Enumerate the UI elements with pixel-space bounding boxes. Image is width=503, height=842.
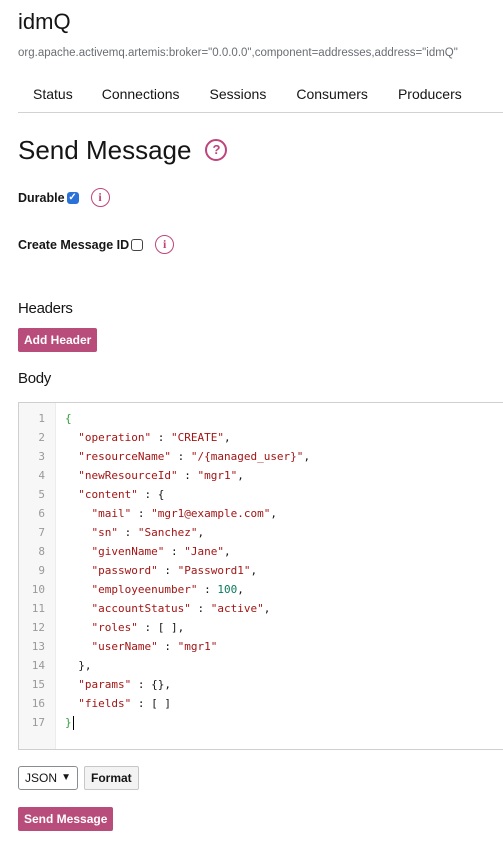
format-button[interactable]: Format [84,766,139,790]
line-code: "operation" : "CREATE", [78,431,231,444]
line-number: 11 [31,602,45,615]
info-circle-icon[interactable]: i [90,188,110,207]
line-code: "content" : { [78,488,165,501]
line-code: "params" : {}, [78,678,171,691]
chevron-down-icon: ▼ [61,772,71,783]
tab-consumers[interactable]: Consumers [296,78,368,112]
editor-line: 14 }, [19,656,503,675]
line-number: 12 [31,621,45,634]
tab-sessions[interactable]: Sessions [210,78,267,112]
line-code: "fields" : [ ] [78,697,171,710]
heading-text: Send Message [18,135,192,165]
send-message-button[interactable]: Send Message [18,807,114,831]
line-number: 13 [31,640,45,653]
line-code: "employeenumber" : 100, [91,583,244,596]
add-header-button[interactable]: Add Header [18,328,98,352]
format-select[interactable]: JSON ▼ [18,766,78,790]
line-code: "resourceName" : "/{managed_user}", [78,450,311,463]
durable-field: Durable ✓ i [18,188,110,207]
body-label: Body [18,370,51,387]
format-select-value: JSON [25,771,58,785]
question-circle-icon[interactable]: ? [205,139,228,161]
editor-line: 9 "password" : "Password1", [19,561,503,580]
create-message-id-field: Create Message ID i [18,235,175,254]
editor-line: 5 "content" : { [19,485,503,504]
line-code: "mail" : "mgr1@example.com", [91,507,277,520]
editor-line: 12 "roles" : [ ], [19,618,503,637]
line-number: 9 [38,564,45,577]
durable-checkbox[interactable]: ✓ [66,191,79,204]
page-title: idmQ [18,9,71,34]
line-code: "userName" : "mgr1" [91,640,218,653]
code-editor[interactable]: 1{2 "operation" : "CREATE", 3 "resourceNa… [18,402,503,750]
line-number: 1 [38,412,45,425]
line-number: 16 [31,697,45,710]
line-code: }, [65,659,92,672]
line-code: "roles" : [ ], [91,621,185,634]
durable-label: Durable [18,190,65,205]
mbean-name: org.apache.activemq.artemis:broker="0.0.… [18,47,458,59]
tab-producers[interactable]: Producers [398,78,462,112]
line-number: 10 [31,583,45,596]
line-number: 4 [38,469,45,482]
line-code: "givenName" : "Jane", [91,545,231,558]
editor-line: 6 "mail" : "mgr1@example.com", [19,504,503,523]
info-circle-icon[interactable]: i [155,235,175,254]
create-message-id-checkbox[interactable] [131,238,144,251]
editor-line: 16 "fields" : [ ] [19,694,503,713]
line-number: 3 [38,450,45,463]
editor-line: 8 "givenName" : "Jane", [19,542,503,561]
editor-line: 10 "employeenumber" : 100, [19,580,503,599]
line-number: 8 [38,545,45,558]
editor-line: 15 "params" : {}, [19,675,503,694]
editor-line: 17} [19,713,503,732]
editor-line: 3 "resourceName" : "/{managed_user}", [19,447,503,466]
line-number: 7 [38,526,45,539]
tab-status[interactable]: Status [33,78,73,112]
line-number: 14 [31,659,45,672]
editor-line: 13 "userName" : "mgr1" [19,637,503,656]
editor-line: 11 "accountStatus" : "active", [19,599,503,618]
line-number: 2 [38,431,45,444]
editor-line: 2 "operation" : "CREATE", [19,428,503,447]
line-code: "password" : "Password1", [91,564,258,577]
create-message-id-label: Create Message ID [18,237,130,252]
line-code: "sn" : "Sanchez", [91,526,205,539]
line-code: { [65,412,72,425]
send-message-heading: Send Message ? [18,134,228,166]
editor-line: 7 "sn" : "Sanchez", [19,523,503,542]
line-code: "newResourceId" : "mgr1", [78,469,244,482]
line-code: "accountStatus" : "active", [91,602,271,615]
line-number: 6 [38,507,45,520]
line-number: 5 [38,488,45,501]
editor-line: 1{ [19,409,503,428]
line-number: 15 [31,678,45,691]
editor-line: 4 "newResourceId" : "mgr1", [19,466,503,485]
tab-connections[interactable]: Connections [102,78,180,112]
line-number: 17 [31,716,45,729]
tab-bar: Status Connections Sessions Consumers Pr… [18,78,503,113]
line-code: } [65,716,74,730]
headers-label: Headers [18,300,73,317]
